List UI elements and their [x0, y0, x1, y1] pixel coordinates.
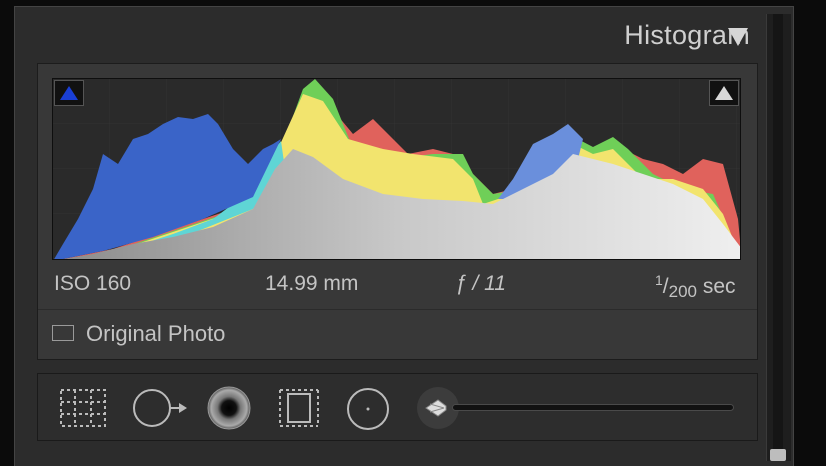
- aperture-value: ƒ / 11: [455, 272, 506, 295]
- divider: [38, 309, 757, 310]
- shutter-unit: sec: [702, 275, 736, 298]
- original-photo-checkbox[interactable]: [52, 325, 74, 341]
- triangle-down-icon[interactable]: [728, 28, 748, 46]
- red-eye-icon[interactable]: [205, 384, 253, 432]
- scrollbar-track[interactable]: [766, 14, 791, 461]
- brush-size-slider[interactable]: [452, 404, 734, 411]
- original-photo-label[interactable]: Original Photo: [86, 321, 225, 347]
- scrollbar-thumb[interactable]: [770, 449, 786, 461]
- triangle-up-icon: [60, 86, 78, 100]
- histogram-graph[interactable]: [52, 78, 741, 260]
- spot-removal-icon[interactable]: [130, 386, 190, 430]
- shadow-clipping-button[interactable]: [54, 80, 84, 106]
- crop-overlay-icon[interactable]: [58, 387, 108, 429]
- shutter-denominator: 200: [668, 282, 698, 301]
- iso-value: ISO 160: [54, 272, 132, 295]
- radial-filter-icon[interactable]: [345, 386, 391, 432]
- shutter-speed-value: 1/200 sec: [655, 272, 736, 302]
- focal-length-value: 14.99 mm: [265, 272, 359, 295]
- shutter-numerator: 1: [655, 272, 663, 288]
- triangle-up-icon: [715, 86, 733, 100]
- highlight-clipping-button[interactable]: [709, 80, 739, 106]
- graduated-filter-icon[interactable]: [276, 386, 322, 430]
